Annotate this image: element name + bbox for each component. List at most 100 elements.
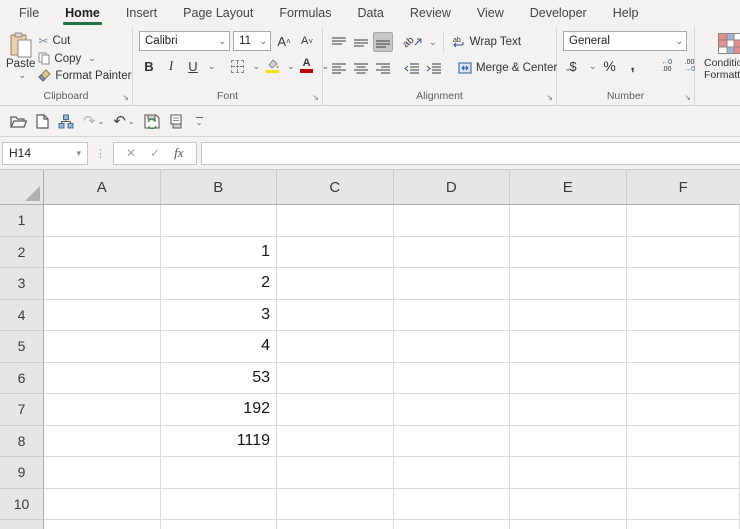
column-header-F[interactable]: F <box>627 170 740 204</box>
clipboard-dialog-launcher-icon[interactable]: ↘ <box>122 94 129 102</box>
format-painter-button[interactable]: Format Painter <box>35 68 134 83</box>
conditional-formatting-button[interactable]: Conditional Formatting <box>695 27 740 105</box>
column-header-D[interactable]: D <box>394 170 511 204</box>
cell-D7[interactable] <box>394 394 511 426</box>
cell-D[interactable] <box>394 520 511 529</box>
increase-font-size-button[interactable]: A˄ <box>274 31 294 51</box>
cell-E10[interactable] <box>510 489 627 521</box>
tab-home[interactable]: Home <box>52 0 113 27</box>
cell-F6[interactable] <box>627 363 740 395</box>
cell-D6[interactable] <box>394 363 511 395</box>
cell-D4[interactable] <box>394 300 511 332</box>
select-all-button[interactable] <box>0 170 44 204</box>
row-header-9[interactable]: 9 <box>0 457 44 489</box>
cell-B[interactable] <box>161 520 278 529</box>
cell-A9[interactable] <box>44 457 161 489</box>
row-header[interactable] <box>0 520 44 529</box>
cell-D1[interactable] <box>394 205 511 237</box>
tab-view[interactable]: View <box>464 0 517 27</box>
cell-E3[interactable] <box>510 268 627 300</box>
accounting-format-button[interactable]: $ <box>563 56 583 76</box>
paste-button[interactable]: Paste ⌄ <box>6 31 35 89</box>
font-family-select[interactable]: Calibri ⌄ <box>139 31 230 51</box>
column-header-A[interactable]: A <box>44 170 161 204</box>
cell-B6[interactable]: 53 <box>161 363 278 395</box>
cell-A5[interactable] <box>44 331 161 363</box>
tab-developer[interactable]: Developer <box>517 0 600 27</box>
cell-E2[interactable] <box>510 237 627 269</box>
cell-E4[interactable] <box>510 300 627 332</box>
column-header-B[interactable]: B <box>161 170 278 204</box>
row-header-7[interactable]: 7 <box>0 394 44 426</box>
enter-icon[interactable]: ✓ <box>150 146 160 160</box>
cell-A3[interactable] <box>44 268 161 300</box>
chevron-down-icon[interactable]: ⌄ <box>429 37 437 48</box>
cell-D5[interactable] <box>394 331 511 363</box>
font-size-select[interactable]: 11 ⌄ <box>233 31 271 51</box>
cell-C5[interactable] <box>277 331 394 363</box>
align-left-button[interactable] <box>329 58 349 78</box>
wrap-text-button[interactable]: ab Wrap Text <box>450 35 524 49</box>
chevron-down-icon[interactable]: ⌄ <box>589 61 597 72</box>
tab-data[interactable]: Data <box>344 0 396 27</box>
cell-E1[interactable] <box>510 205 627 237</box>
cell-F8[interactable] <box>627 426 740 458</box>
underline-button[interactable]: U <box>183 56 203 76</box>
cell-A4[interactable] <box>44 300 161 332</box>
new-file-button[interactable] <box>36 114 49 129</box>
italic-button[interactable]: I <box>161 56 181 76</box>
cell-F10[interactable] <box>627 489 740 521</box>
cell-B9[interactable] <box>161 457 278 489</box>
cell-F5[interactable] <box>627 331 740 363</box>
cell-B1[interactable] <box>161 205 278 237</box>
cell-C3[interactable] <box>277 268 394 300</box>
increase-decimal-button[interactable]: ←0.00 <box>657 56 677 76</box>
tab-insert[interactable]: Insert <box>113 0 170 27</box>
cell-D8[interactable] <box>394 426 511 458</box>
row-header-1[interactable]: 1 <box>0 205 44 237</box>
cell-A10[interactable] <box>44 489 161 521</box>
cell-E7[interactable] <box>510 394 627 426</box>
cell-A7[interactable] <box>44 394 161 426</box>
row-header-3[interactable]: 3 <box>0 268 44 300</box>
cell-D3[interactable] <box>394 268 511 300</box>
cell-C4[interactable] <box>277 300 394 332</box>
cell-B5[interactable]: 4 <box>161 331 278 363</box>
column-header-E[interactable]: E <box>510 170 627 204</box>
cell-D9[interactable] <box>394 457 511 489</box>
borders-button[interactable] <box>228 56 248 76</box>
cell-E6[interactable] <box>510 363 627 395</box>
cell-C8[interactable] <box>277 426 394 458</box>
undo-button[interactable]: ↶ ⌄ <box>113 112 134 130</box>
align-right-button[interactable] <box>373 58 393 78</box>
customize-toolbar-button[interactable]: ⌄ <box>196 117 203 125</box>
align-top-button[interactable] <box>329 32 349 52</box>
cell-A1[interactable] <box>44 205 161 237</box>
cell-F1[interactable] <box>627 205 740 237</box>
fill-color-button[interactable] <box>262 56 282 76</box>
org-chart-button[interactable] <box>58 114 74 129</box>
row-header-10[interactable]: 10 <box>0 489 44 521</box>
decrease-indent-button[interactable] <box>401 58 421 78</box>
tab-formulas[interactable]: Formulas <box>266 0 344 27</box>
row-header-6[interactable]: 6 <box>0 363 44 395</box>
cell-F3[interactable] <box>627 268 740 300</box>
chevron-down-icon[interactable]: ⌄ <box>287 61 295 72</box>
number-format-select[interactable]: General ⌄ <box>563 31 687 51</box>
align-middle-button[interactable] <box>351 32 371 52</box>
align-center-button[interactable] <box>351 58 371 78</box>
cell-A6[interactable] <box>44 363 161 395</box>
cell-D10[interactable] <box>394 489 511 521</box>
cell-E5[interactable] <box>510 331 627 363</box>
cell-C7[interactable] <box>277 394 394 426</box>
row-header-2[interactable]: 2 <box>0 237 44 269</box>
orientation-button[interactable]: ab <box>401 32 424 52</box>
align-bottom-button[interactable] <box>373 32 393 52</box>
cancel-icon[interactable]: ✕ <box>126 146 136 160</box>
comma-style-button[interactable]: , <box>623 56 643 76</box>
cell-A8[interactable] <box>44 426 161 458</box>
cut-button[interactable]: ✂ Cut <box>35 33 134 49</box>
cell-A2[interactable] <box>44 237 161 269</box>
chevron-down-icon[interactable]: ⌄ <box>208 61 216 72</box>
percent-style-button[interactable]: % <box>600 56 620 76</box>
